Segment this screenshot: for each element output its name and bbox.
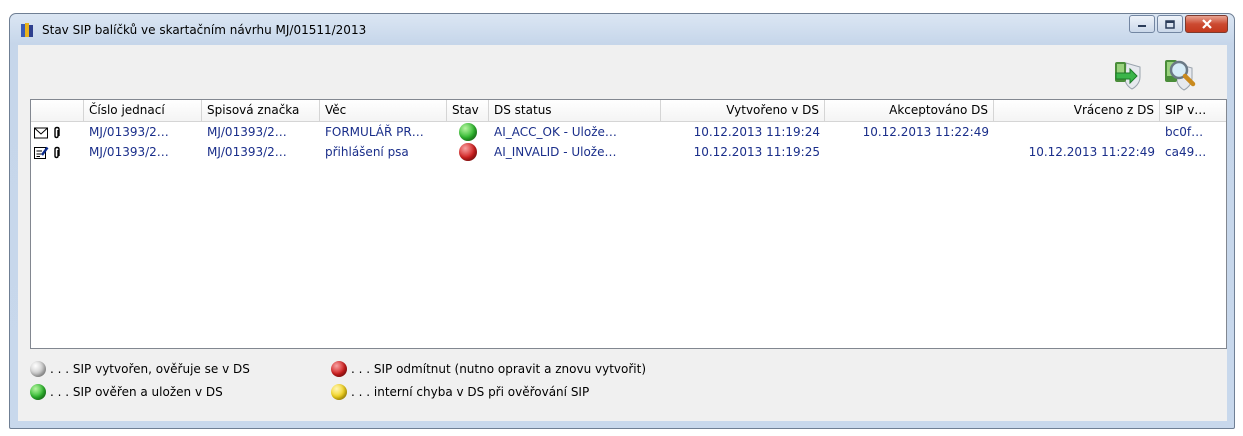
- status-legend: . . . SIP vytvořen, ověřuje se v DS . . …: [30, 357, 930, 417]
- maximize-button[interactable]: [1157, 15, 1183, 33]
- column-header-cislo-jednaci[interactable]: Číslo jednací: [84, 100, 202, 121]
- status-yellow-icon: [331, 384, 347, 400]
- toolbar: [18, 45, 1227, 97]
- column-header-sip[interactable]: SIP v…: [1160, 100, 1226, 121]
- cell-vytvoreno: 10.12.2013 11:19:25: [693, 145, 820, 159]
- cell-sip: bc0f…: [1165, 125, 1204, 139]
- shield-arrow-icon: [1115, 62, 1141, 90]
- maximize-icon: [1165, 19, 1175, 29]
- row-icons: [31, 122, 84, 142]
- cell-cislo-jednaci: MJ/01393/2…: [89, 145, 169, 159]
- column-header-akceptovano[interactable]: Akceptováno DS: [825, 100, 994, 121]
- refresh-sip-button[interactable]: [1110, 53, 1150, 93]
- legend-label: . . . interní chyba v DS při ověřování S…: [351, 385, 590, 399]
- cell-vec: přihlášení psa: [325, 145, 409, 159]
- legend-item-yellow: . . . interní chyba v DS při ověřování S…: [331, 384, 589, 400]
- close-icon: [1201, 19, 1212, 29]
- cell-stav: [447, 142, 489, 162]
- legend-item-green: . . . SIP ověřen a uložen v DS: [30, 384, 223, 400]
- minimize-button[interactable]: [1129, 15, 1155, 33]
- column-header-stav[interactable]: Stav: [447, 100, 489, 121]
- legend-label: . . . SIP ověřen a uložen v DS: [50, 385, 223, 399]
- inspect-sip-button[interactable]: [1161, 53, 1201, 93]
- close-button[interactable]: [1185, 15, 1228, 33]
- cell-vraceno: [994, 122, 1160, 142]
- dialog-window: Stav SIP balíčků ve skartačním návrhu MJ…: [9, 13, 1235, 429]
- legend-item-red: . . . SIP odmítnut (nutno opravit a znov…: [331, 361, 646, 377]
- status-green-icon: [30, 384, 46, 400]
- cell-spisova-znacka: MJ/01393/2…: [207, 145, 287, 159]
- column-header-vytvoreno[interactable]: Vytvořeno v DS: [661, 100, 825, 121]
- table-row[interactable]: MJ/01393/2… MJ/01393/2… FORMULÁŘ PR… AI_…: [31, 122, 1226, 142]
- legend-label: . . . SIP vytvořen, ověřuje se v DS: [50, 362, 250, 376]
- cell-sip: ca49…: [1165, 145, 1207, 159]
- envelope-icon: [34, 127, 48, 139]
- column-header-spisova-znacka[interactable]: Spisová značka: [202, 100, 320, 121]
- minimize-icon: [1138, 25, 1146, 27]
- document-edit-icon: [34, 146, 49, 159]
- column-header-icons[interactable]: [31, 100, 84, 121]
- row-icons: [31, 142, 84, 162]
- dialog-client-area: Číslo jednací Spisová značka Věc Stav DS…: [18, 45, 1227, 421]
- status-green-icon: [459, 123, 477, 141]
- cell-stav: [447, 122, 489, 142]
- column-header-vec[interactable]: Věc: [320, 100, 447, 121]
- books-icon: [21, 23, 33, 37]
- status-red-icon: [331, 361, 347, 377]
- cell-ds-status: AI_ACC_OK - Ulože…: [494, 125, 617, 139]
- column-header-ds-status[interactable]: DS status: [489, 100, 661, 121]
- legend-label: . . . SIP odmítnut (nutno opravit a znov…: [351, 362, 647, 376]
- shield-magnifier-icon: [1165, 60, 1196, 91]
- status-red-icon: [459, 143, 477, 161]
- cell-spisova-znacka: MJ/01393/2…: [207, 125, 287, 139]
- cell-ds-status: AI_INVALID - Ulože…: [494, 145, 617, 159]
- title-bar[interactable]: Stav SIP balíčků ve skartačním návrhu MJ…: [10, 14, 1234, 45]
- table-row[interactable]: MJ/01393/2… MJ/01393/2… přihlášení psa A…: [31, 142, 1226, 162]
- paperclip-icon: [54, 126, 60, 139]
- sip-package-list[interactable]: Číslo jednací Spisová značka Věc Stav DS…: [30, 99, 1227, 349]
- cell-vytvoreno: 10.12.2013 11:19:24: [693, 125, 820, 139]
- cell-vraceno: 10.12.2013 11:22:49: [1028, 145, 1155, 159]
- window-controls: [1127, 15, 1228, 33]
- cell-akceptovano: [825, 142, 994, 162]
- cell-akceptovano: 10.12.2013 11:22:49: [862, 125, 989, 139]
- legend-item-gray: . . . SIP vytvořen, ověřuje se v DS: [30, 361, 250, 377]
- column-header-vraceno[interactable]: Vráceno z DS: [994, 100, 1160, 121]
- window-title: Stav SIP balíčků ve skartačním návrhu MJ…: [42, 23, 367, 37]
- cell-cislo-jednaci: MJ/01393/2…: [89, 125, 169, 139]
- list-header: Číslo jednací Spisová značka Věc Stav DS…: [31, 100, 1226, 122]
- paperclip-icon: [54, 146, 60, 159]
- status-gray-icon: [30, 361, 46, 377]
- cell-vec: FORMULÁŘ PR…: [325, 125, 424, 139]
